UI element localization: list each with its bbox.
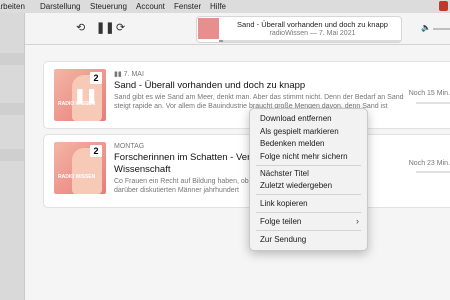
menu-item-download-entfernen[interactable]: Download entfernen — [260, 114, 332, 123]
menu-separator — [256, 194, 361, 195]
menu-item-link-kopieren[interactable]: Link kopieren — [260, 199, 308, 208]
sidebar — [0, 13, 25, 300]
menu-separator — [256, 165, 361, 166]
menu-bar: arbeiten Darstellung Steuerung Account F… — [0, 0, 450, 13]
menu-item-folge-teilen[interactable]: Folge teilen — [260, 217, 301, 226]
now-playing-subtitle: radioWissen — 7. Mai 2021 — [269, 30, 356, 37]
volume-slider[interactable] — [433, 28, 450, 30]
context-menu: Download entfernen Als gespielt markiere… — [249, 108, 368, 251]
pause-icon[interactable]: ❚❚ — [74, 87, 97, 104]
br2-logo: 2 — [90, 145, 102, 157]
episode-card[interactable]: 2 RADIO WISSEN ❚❚ ▮▮ 7. MAI Sand - Übera… — [43, 61, 450, 129]
status-icon[interactable] — [439, 1, 448, 11]
episode-date-text: 7. MAI — [123, 71, 144, 78]
episode-date: ▮▮ 7. MAI — [114, 71, 144, 78]
episode-title-line2[interactable]: Wissenschaft — [114, 164, 171, 175]
rewind-15-icon[interactable]: ⟲ — [76, 21, 85, 35]
menu-separator — [256, 212, 361, 213]
toolbar: ⟲ ❚❚ ⟳ Sand - Überall vorhanden und doch… — [25, 13, 450, 45]
episode-duration: Noch 23 Min. — [408, 160, 450, 167]
menu-account[interactable]: Account — [136, 0, 165, 13]
now-playing-progress[interactable] — [219, 40, 401, 42]
menu-item-zuletzt-wiedergeben[interactable]: Zuletzt wiedergeben — [260, 181, 332, 190]
menu-item-naechster-titel[interactable]: Nächster Titel — [260, 169, 309, 178]
sidebar-item[interactable] — [0, 149, 24, 161]
episode-date: MONTAG — [114, 143, 145, 150]
menu-bearbeiten[interactable]: arbeiten — [0, 0, 25, 13]
now-playing-title: Sand - Überall vorhanden und doch zu kna… — [237, 20, 388, 29]
pause-icon[interactable]: ❚❚ — [96, 21, 114, 35]
menu-item-folge-nicht-mehr-sichern[interactable]: Folge nicht mehr sichern — [260, 152, 348, 161]
menu-item-zur-sendung[interactable]: Zur Sendung — [260, 235, 306, 244]
menu-item-bedenken-melden[interactable]: Bedenken melden — [260, 139, 325, 148]
episode-list: 2 RADIO WISSEN ❚❚ ▮▮ 7. MAI Sand - Übera… — [25, 45, 450, 300]
episode-progress — [416, 102, 450, 104]
episode-progress — [416, 171, 450, 173]
sidebar-item[interactable] — [0, 103, 24, 115]
br2-logo: 2 — [90, 72, 102, 84]
episode-duration: Noch 15 Min. — [408, 90, 450, 97]
episode-artwork[interactable]: 2 RADIO WISSEN — [54, 142, 106, 194]
now-playing-panel[interactable]: Sand - Überall vorhanden und doch zu kna… — [196, 16, 402, 43]
menu-fenster[interactable]: Fenster — [174, 0, 201, 13]
forward-30-icon[interactable]: ⟳ — [116, 21, 125, 35]
chevron-right-icon: › — [356, 216, 359, 226]
episode-title[interactable]: Sand - Überall vorhanden und doch zu kna… — [114, 80, 305, 91]
volume-icon: 🔈 — [421, 23, 431, 32]
episode-title[interactable]: Forscherinnen im Schatten - Vergess — [114, 152, 270, 163]
progress-fill — [219, 40, 223, 42]
menu-steuerung[interactable]: Steuerung — [90, 0, 127, 13]
menu-hilfe[interactable]: Hilfe — [210, 0, 226, 13]
episode-card[interactable]: 2 RADIO WISSEN MONTAG Forscherinnen im S… — [43, 134, 450, 208]
menu-darstellung[interactable]: Darstellung — [40, 0, 80, 13]
menu-item-als-gespielt-markieren[interactable]: Als gespielt markieren — [260, 127, 339, 136]
episode-artwork[interactable]: 2 RADIO WISSEN ❚❚ — [54, 69, 106, 121]
artwork-label: RADIO WISSEN — [58, 174, 96, 180]
now-playing-artwork — [198, 18, 219, 39]
menu-separator — [256, 230, 361, 231]
sidebar-item[interactable] — [0, 53, 24, 65]
